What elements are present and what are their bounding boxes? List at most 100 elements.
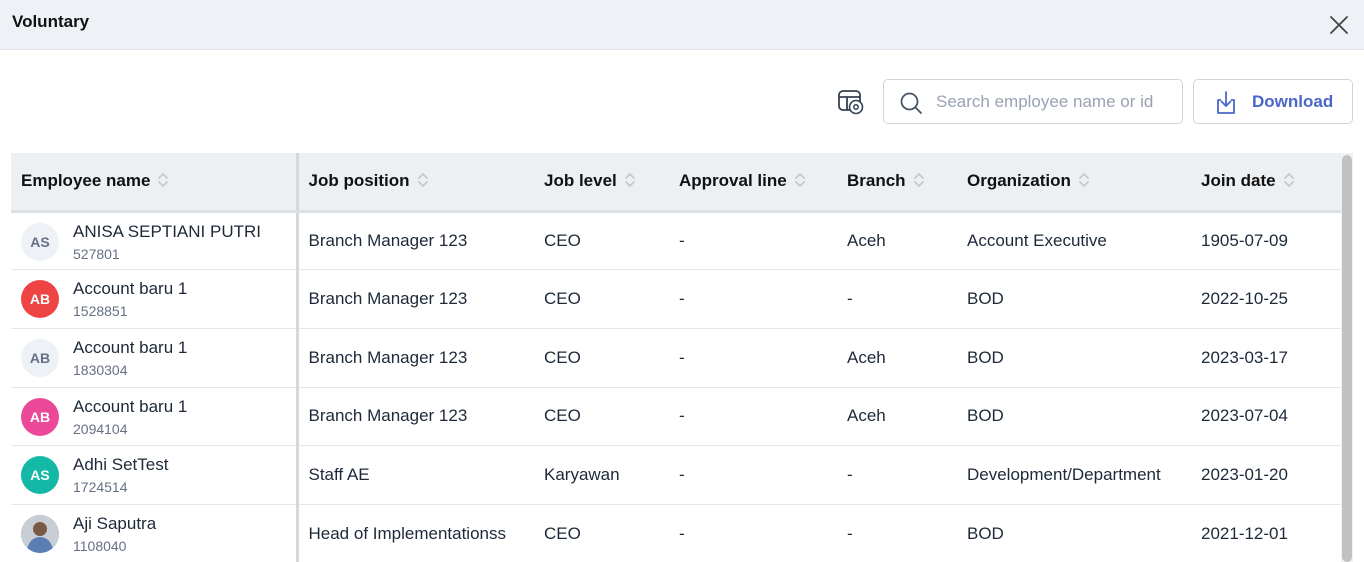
employee-cell[interactable]: AS Adhi SetTest 1724514	[11, 445, 299, 505]
cell-next-col: 2	[1331, 445, 1341, 505]
sort-icon[interactable]	[624, 172, 635, 188]
column-header-join-date[interactable]: Join date	[1191, 153, 1331, 213]
scrollbar-thumb[interactable]	[1342, 155, 1352, 562]
column-header-label: Job position	[308, 171, 410, 191]
close-icon	[1330, 16, 1348, 34]
download-icon	[1217, 91, 1235, 114]
cell-branch: Aceh	[837, 328, 957, 388]
cell-job-level: CEO	[534, 504, 669, 562]
sort-icon[interactable]	[158, 172, 169, 188]
employee-name: Account baru 1	[73, 279, 188, 299]
table-row[interactable]: AB Account baru 1 1528851 Branch Manager 12…	[11, 269, 1341, 329]
cell-approval-line: -	[669, 504, 837, 562]
column-header-job-position[interactable]: Job position	[297, 153, 534, 213]
cell-next-col: 2	[1331, 211, 1341, 271]
employee-id: 1528851	[73, 303, 128, 320]
column-header-label: Employee name	[21, 171, 151, 191]
cell-job-level: CEO	[534, 269, 669, 329]
table-row[interactable]: AS ANISA SEPTIANI PUTRI 527801 Branch Manag…	[11, 211, 1341, 271]
avatar: AS	[21, 222, 59, 261]
column-header-label: Join date	[1201, 171, 1276, 191]
employee-name: Adhi SetTest	[73, 455, 169, 475]
cell-branch: Aceh	[837, 211, 957, 271]
download-button[interactable]: Download	[1193, 79, 1353, 124]
table-row[interactable]: AB Account baru 1 1830304 Branch Manager 12…	[11, 328, 1341, 388]
cell-next-col: 2	[1331, 269, 1341, 329]
employee-cell[interactable]: AS ANISA SEPTIANI PUTRI 527801	[11, 211, 299, 271]
cell-organization: BOD	[957, 328, 1191, 388]
cell-job-level: CEO	[534, 328, 669, 388]
cell-job-level: CEO	[534, 387, 669, 447]
cell-organization: BOD	[957, 387, 1191, 447]
cell-job-position: Branch Manager 123	[297, 269, 534, 329]
close-button[interactable]	[1328, 14, 1350, 36]
cell-job-position: Head of Implementationss	[297, 504, 534, 562]
table-row[interactable]: AB Account baru 1 2094104 Branch Manager 12…	[11, 387, 1341, 447]
cell-organization: Development/Department	[957, 445, 1191, 505]
sort-icon[interactable]	[417, 172, 428, 188]
employee-id: 2094104	[73, 420, 128, 437]
employee-cell[interactable]: AB Account baru 1 1528851	[11, 269, 299, 329]
column-header-label: Branch	[847, 171, 906, 191]
employee-id: 527801	[73, 245, 120, 262]
cell-approval-line: -	[669, 269, 837, 329]
cell-next-col: 2	[1331, 504, 1341, 562]
cell-job-position: Branch Manager 123	[297, 328, 534, 388]
cell-job-level: Karyawan	[534, 445, 669, 505]
cell-organization: BOD	[957, 269, 1191, 329]
column-header-organization[interactable]: Organization	[957, 153, 1191, 213]
employee-cell[interactable]: Aji Saputra 1108040	[11, 504, 299, 562]
column-header-branch[interactable]: Branch	[837, 153, 957, 213]
modal-header: Voluntary	[0, 0, 1364, 50]
table-row[interactable]: AS Adhi SetTest 1724514 Staff AE Karyawan - - D…	[11, 445, 1341, 505]
employee-name: Aji Saputra	[73, 513, 157, 533]
search-box[interactable]	[883, 79, 1183, 124]
cell-join-date: 2023-07-04	[1191, 387, 1331, 447]
table-body: AS ANISA SEPTIANI PUTRI 527801 Branch Manag…	[11, 211, 1341, 562]
vertical-scrollbar[interactable]	[1341, 153, 1353, 562]
cell-join-date: 2022-10-25	[1191, 269, 1331, 329]
employee-cell[interactable]: AB Account baru 1 1830304	[11, 328, 299, 388]
column-header-approval-line[interactable]: Approval line	[669, 153, 837, 213]
cell-approval-line: -	[669, 387, 837, 447]
column-header-job-level[interactable]: Job level	[534, 153, 669, 213]
avatar: AS	[21, 456, 59, 495]
sort-icon[interactable]	[1283, 172, 1294, 188]
employee-name: ANISA SEPTIANI PUTRI	[73, 221, 261, 241]
column-header-label: Approval line	[679, 171, 787, 191]
column-header-label: Job level	[544, 171, 617, 191]
avatar: AB	[21, 397, 59, 436]
table-header-row: Employee name Job position Job level Approv…	[11, 153, 1341, 213]
search-input[interactable]	[936, 80, 1176, 123]
employee-cell[interactable]: AB Account baru 1 2094104	[11, 387, 299, 447]
column-settings-button[interactable]	[836, 87, 866, 117]
cell-join-date: 2023-03-17	[1191, 328, 1331, 388]
employee-id: 1724514	[73, 479, 128, 496]
column-header-label: Organization	[967, 171, 1071, 191]
column-header-next-col[interactable]: R	[1331, 153, 1341, 213]
employee-name: Account baru 1	[73, 396, 188, 416]
sort-icon[interactable]	[794, 172, 805, 188]
column-header-employee[interactable]: Employee name	[11, 153, 299, 213]
search-icon	[900, 92, 922, 114]
cell-branch: -	[837, 269, 957, 329]
cell-job-position: Branch Manager 123	[297, 211, 534, 271]
modal-title: Voluntary	[12, 12, 90, 31]
employee-id: 1830304	[73, 361, 128, 378]
avatar: AB	[21, 338, 59, 377]
cell-branch: -	[837, 504, 957, 562]
employee-name: Account baru 1	[73, 337, 188, 357]
cell-join-date: 2023-01-20	[1191, 445, 1331, 505]
sort-icon[interactable]	[913, 172, 924, 188]
user-photo-icon	[21, 514, 59, 553]
avatar	[21, 514, 59, 553]
table-row[interactable]: Aji Saputra 1108040 Head of Implementation…	[11, 504, 1341, 562]
sort-icon[interactable]	[1079, 172, 1089, 188]
cell-organization: BOD	[957, 504, 1191, 562]
cell-next-col: 2	[1331, 387, 1341, 447]
employee-table: Employee name Job position Job level Approv…	[11, 153, 1341, 562]
table-settings-icon	[838, 90, 864, 115]
cell-join-date: 1905-07-09	[1191, 211, 1331, 271]
cell-job-position: Staff AE	[297, 445, 534, 505]
cell-organization: Account Executive	[957, 211, 1191, 271]
